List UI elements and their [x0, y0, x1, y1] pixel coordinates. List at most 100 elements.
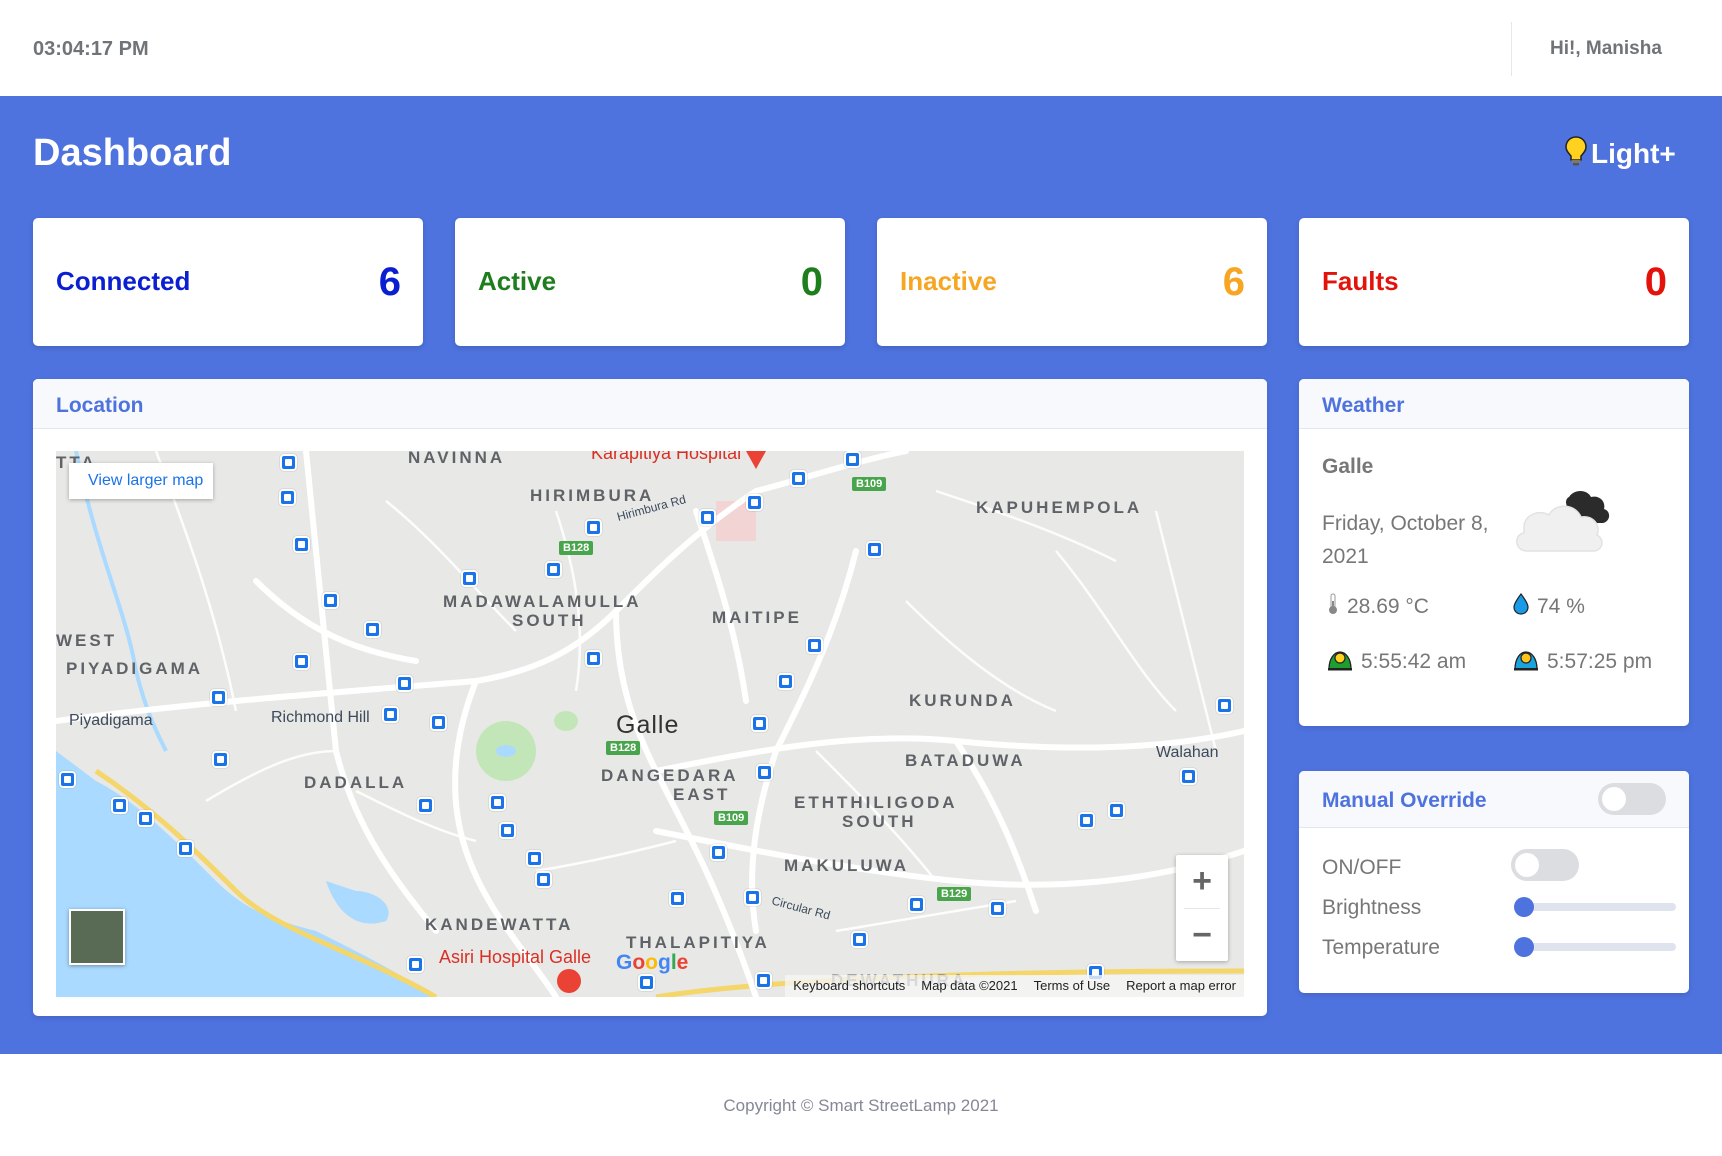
stat-value: 0: [800, 260, 823, 304]
bus-stop-icon[interactable]: [382, 706, 399, 723]
bus-stop-icon[interactable]: [710, 844, 727, 861]
satellite-toggle[interactable]: [69, 909, 125, 965]
bus-stop-icon[interactable]: [638, 974, 655, 991]
bus-stop-icon[interactable]: [790, 470, 807, 487]
bus-stop-icon[interactable]: [417, 797, 434, 814]
bus-stop-icon[interactable]: [279, 489, 296, 506]
bus-stop-icon[interactable]: [322, 592, 339, 609]
brand-logo: Light+: [1565, 136, 1676, 171]
bus-stop-icon[interactable]: [111, 797, 128, 814]
bus-stop-icon[interactable]: [212, 751, 229, 768]
bus-stop-icon[interactable]: [851, 931, 868, 948]
zoom-in-button[interactable]: +: [1176, 855, 1228, 907]
bus-stop-icon[interactable]: [1180, 768, 1197, 785]
road-badge: B129: [937, 887, 972, 901]
map-town-label: Richmond Hill: [271, 709, 370, 726]
weather-city: Galle: [1322, 455, 1374, 478]
manual-override-header: Manual Override: [1299, 771, 1689, 828]
bus-stop-icon[interactable]: [866, 541, 883, 558]
report-error-link[interactable]: Report a map error: [1126, 978, 1236, 994]
water-drop-icon: [1513, 593, 1529, 621]
bus-stop-icon[interactable]: [1108, 802, 1125, 819]
map-area-label: DANGEDARA: [601, 766, 739, 785]
sunset-icon: [1513, 647, 1539, 677]
bus-stop-icon[interactable]: [545, 561, 562, 578]
bus-stop-icon[interactable]: [293, 536, 310, 553]
map-city-label: Galle: [616, 711, 680, 739]
onoff-toggle[interactable]: [1511, 849, 1579, 881]
bus-stop-icon[interactable]: [177, 840, 194, 857]
bus-stop-icon[interactable]: [210, 689, 227, 706]
temperature-label: Temperature: [1322, 936, 1440, 959]
map-area-label: WEST: [56, 631, 118, 650]
bus-stop-icon[interactable]: [908, 896, 925, 913]
map-area-label: SOUTH: [842, 812, 917, 831]
bus-stop-icon[interactable]: [407, 956, 424, 973]
bus-stop-icon[interactable]: [430, 714, 447, 731]
brightness-slider[interactable]: [1514, 897, 1676, 917]
stat-card-faults: Faults 0: [1299, 218, 1689, 346]
humidity-value: 74 %: [1537, 595, 1585, 618]
bus-stop-icon[interactable]: [280, 454, 297, 471]
bus-stop-icon[interactable]: [364, 621, 381, 638]
bus-stop-icon[interactable]: [1216, 697, 1233, 714]
bus-stop-icon[interactable]: [293, 653, 310, 670]
user-greeting[interactable]: Hi!, Manisha: [1550, 38, 1662, 60]
view-larger-map-link[interactable]: View larger map: [69, 463, 213, 499]
google-logo: Google: [616, 951, 689, 974]
map-hospital-label: Karapitiya Hospital: [591, 451, 742, 463]
bus-stop-icon[interactable]: [989, 900, 1006, 917]
stat-label: Faults: [1322, 266, 1399, 296]
bus-stop-icon[interactable]: [806, 637, 823, 654]
map-area-label: NAVINNA: [408, 451, 506, 467]
map-area-label: BATADUWA: [905, 751, 1026, 770]
keyboard-shortcuts-link[interactable]: Keyboard shortcuts: [793, 978, 905, 994]
bus-stop-icon[interactable]: [585, 650, 602, 667]
topbar-divider: [1511, 22, 1512, 76]
manual-override-panel: Manual Override ON/OFF Brightness Temper…: [1299, 771, 1689, 993]
stat-value: 0: [1644, 260, 1667, 304]
sunrise-icon: [1327, 647, 1353, 677]
stat-card-inactive: Inactive 6: [877, 218, 1267, 346]
bus-stop-icon[interactable]: [756, 764, 773, 781]
bus-stop-icon[interactable]: [751, 715, 768, 732]
map-area-label: PIYADIGAMA: [66, 659, 204, 678]
bus-stop-icon[interactable]: [137, 810, 154, 827]
stat-value: 6: [1222, 260, 1245, 304]
weather-title: Weather: [1299, 379, 1689, 429]
temperature-slider[interactable]: [1514, 937, 1676, 957]
bus-stop-icon[interactable]: [535, 871, 552, 888]
bus-stop-icon[interactable]: [777, 673, 794, 690]
zoom-out-button[interactable]: −: [1176, 909, 1228, 961]
bus-stop-icon[interactable]: [844, 451, 861, 468]
map-town-label: Walahan: [1156, 744, 1219, 761]
sunrise-time: 5:55:42 am: [1361, 650, 1467, 673]
brightness-slider-thumb[interactable]: [1514, 897, 1534, 917]
sunrise-row: 5:55:42 am: [1327, 647, 1466, 677]
bus-stop-icon[interactable]: [489, 794, 506, 811]
weather-date: Friday, October 8, 2021: [1322, 512, 1489, 568]
brand-name: Light+: [1591, 137, 1676, 169]
temperature-slider-thumb[interactable]: [1514, 937, 1534, 957]
bus-stop-icon[interactable]: [461, 570, 478, 587]
bus-stop-icon[interactable]: [526, 850, 543, 867]
bus-stop-icon[interactable]: [499, 822, 516, 839]
bus-stop-icon[interactable]: [755, 972, 772, 989]
manual-override-toggle[interactable]: [1598, 783, 1666, 815]
bus-stop-icon[interactable]: [396, 675, 413, 692]
page-title: Dashboard: [33, 132, 232, 174]
map-area-label: THALAPITIYA: [626, 933, 770, 952]
brightness-label: Brightness: [1322, 896, 1422, 919]
bus-stop-icon[interactable]: [699, 509, 716, 526]
map[interactable]: NAVINNA HIRIMBURA KAPUHEMPOLA MADAWALAMU…: [56, 451, 1244, 997]
bus-stop-icon[interactable]: [746, 494, 763, 511]
stat-label: Inactive: [900, 266, 997, 296]
bus-stop-icon[interactable]: [59, 771, 76, 788]
map-area-label: KANDEWATTA: [425, 915, 574, 934]
bus-stop-icon[interactable]: [585, 519, 602, 536]
bus-stop-icon[interactable]: [669, 890, 686, 907]
bus-stop-icon[interactable]: [1078, 812, 1095, 829]
stat-label: Connected: [56, 266, 191, 296]
terms-link[interactable]: Terms of Use: [1034, 978, 1111, 994]
bus-stop-icon[interactable]: [744, 889, 761, 906]
